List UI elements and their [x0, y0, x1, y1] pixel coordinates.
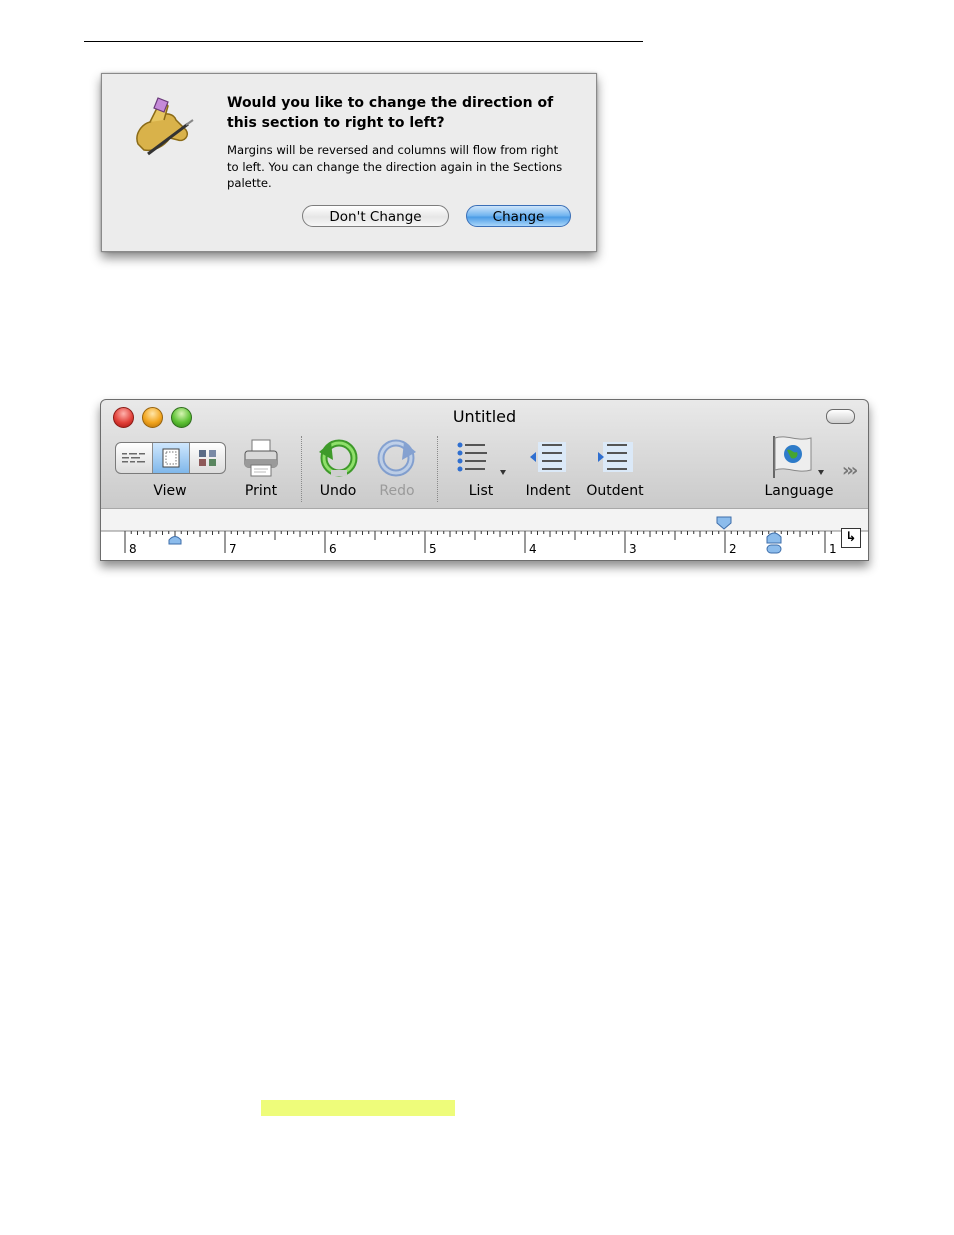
language-label: Language — [764, 483, 834, 499]
toolbar-separator — [437, 436, 438, 502]
highlighted-text-region — [261, 1100, 455, 1116]
document-window: Untitled View Print Undo Redo List Inden… — [100, 399, 869, 561]
outdent-icon[interactable] — [595, 440, 639, 480]
toolbar-overflow-chevron-icon[interactable]: ››› — [842, 460, 858, 481]
first-line-indent-marker[interactable] — [168, 536, 182, 545]
ruler-label: 4 — [529, 542, 537, 556]
printer-icon[interactable] — [242, 438, 280, 482]
view-segmented-control[interactable] — [115, 442, 226, 474]
ruler-label: 3 — [629, 542, 637, 556]
window-title: Untitled — [452, 407, 517, 426]
indent-icon[interactable] — [528, 440, 572, 480]
toolbar-toggle-button[interactable] — [826, 409, 855, 424]
redo-icon[interactable] — [376, 438, 418, 482]
ruler-label: 2 — [729, 542, 737, 556]
view-label: View — [153, 483, 187, 499]
language-flag-icon[interactable] — [769, 434, 829, 484]
toolbar-separator — [301, 436, 302, 502]
writing-hand-pen-icon — [130, 94, 196, 164]
print-label: Print — [244, 483, 278, 499]
direction-change-dialog: Would you like to change the direction o… — [101, 73, 597, 252]
ruler-label: 5 — [429, 542, 437, 556]
indent-label: Indent — [525, 483, 571, 499]
ruler-label: 8 — [129, 542, 137, 556]
right-indent-marker[interactable] — [716, 516, 732, 530]
ruler-label: 7 — [229, 542, 237, 556]
list-label: List — [468, 483, 494, 499]
bulleted-list-icon[interactable] — [455, 440, 511, 484]
left-indent-marker-bottom[interactable] — [766, 544, 782, 554]
ruler-label: 1 — [829, 542, 837, 556]
view-segment-thumbnails[interactable] — [190, 443, 225, 473]
dont-change-button[interactable]: Don't Change — [302, 205, 449, 227]
ruler-label: 6 — [329, 542, 337, 556]
page-view-icon — [162, 448, 180, 468]
change-button[interactable]: Change — [466, 205, 571, 227]
thumbnail-view-icon — [199, 450, 216, 466]
left-indent-marker-top[interactable] — [766, 532, 782, 544]
undo-label: Undo — [319, 483, 357, 499]
dialog-message: Margins will be reversed and columns wil… — [227, 143, 563, 190]
dialog-title: Would you like to change the direction o… — [227, 95, 554, 131]
redo-label: Redo — [379, 483, 415, 499]
top-divider — [84, 41, 643, 42]
undo-icon[interactable] — [317, 438, 359, 482]
view-segment-draft[interactable] — [116, 443, 153, 473]
draft-view-icon — [122, 453, 145, 463]
horizontal-ruler[interactable]: 8 7 6 5 4 3 2 1 ↳ — [101, 508, 868, 560]
view-segment-page[interactable] — [153, 443, 190, 473]
tab-stop-type-button[interactable]: ↳ — [841, 528, 861, 548]
outdent-label: Outdent — [586, 483, 644, 499]
